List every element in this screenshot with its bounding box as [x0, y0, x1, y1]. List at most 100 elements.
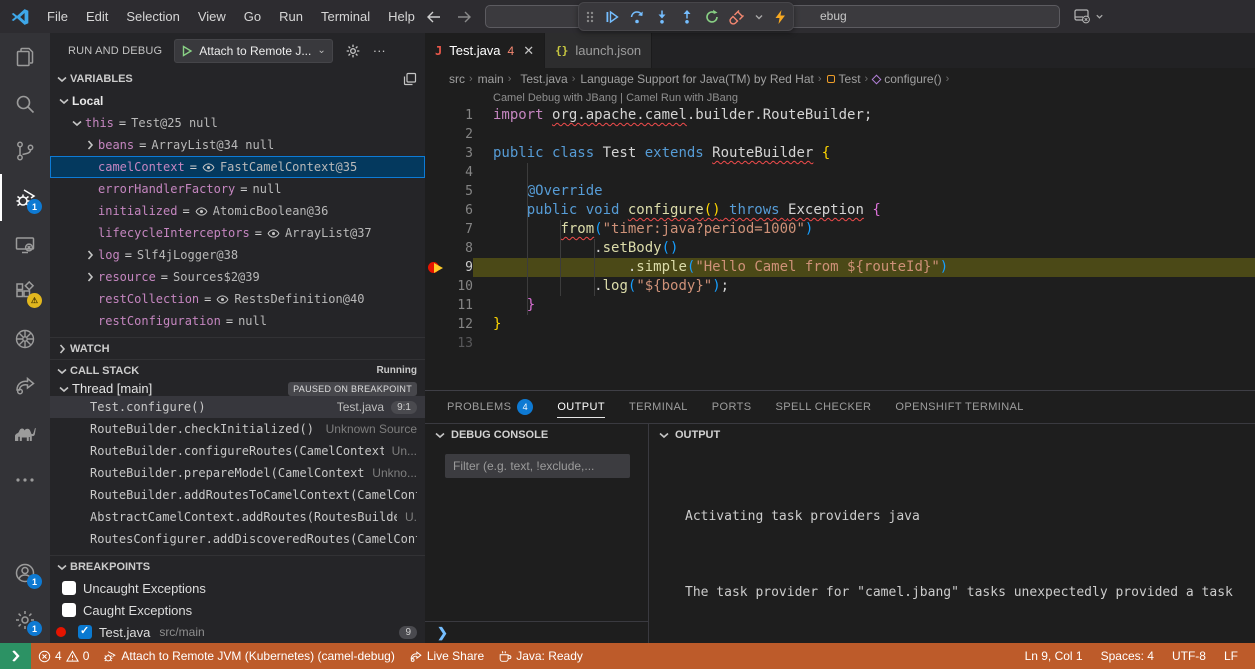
activity-kubernetes[interactable] [0, 315, 50, 362]
close-icon[interactable]: ✕ [523, 43, 534, 59]
stack-frame-row[interactable]: RouteBuilder.prepareModel(CamelContext) … [50, 462, 425, 484]
code-line[interactable]: 7 from("timer:java?period=1000") [425, 220, 1255, 239]
lazy-eval-eye-icon[interactable] [195, 205, 208, 218]
layout-controls[interactable] [1072, 6, 1104, 26]
panel-tab[interactable]: PROBLEMS 4 [447, 399, 533, 415]
output-log[interactable]: Activating task providers java The task … [649, 446, 1255, 643]
panel-tab[interactable]: OUTPUT [557, 401, 605, 413]
indentation-setting[interactable]: Spaces: 4 [1092, 649, 1163, 663]
variable-row[interactable]: beans = ArrayList@34 null [50, 134, 425, 156]
activity-live-share[interactable] [0, 362, 50, 409]
menu-item[interactable]: Help [379, 5, 424, 28]
breakpoint-row[interactable]: Test.java src/main 9 [50, 621, 425, 643]
step-into-icon[interactable] [654, 9, 670, 25]
breakpoint-gutter[interactable] [425, 125, 447, 144]
call-stack-section-header[interactable]: CALL STACK Running [50, 359, 425, 381]
encoding-setting[interactable]: UTF-8 [1163, 649, 1215, 663]
breakpoint-gutter[interactable] [425, 239, 447, 258]
breakpoint-row[interactable]: Caught Exceptions [50, 599, 425, 621]
breadcrumb-item[interactable]: configure() › [873, 72, 949, 86]
menu-item[interactable]: Terminal [312, 5, 379, 28]
thread-row[interactable]: Thread [main] PAUSED ON BREAKPOINT [50, 381, 425, 396]
code-line[interactable]: 4 [425, 163, 1255, 182]
lazy-eval-eye-icon[interactable] [202, 161, 215, 174]
breakpoint-gutter[interactable] [425, 163, 447, 182]
breakpoint-gutter[interactable] [425, 277, 447, 296]
breadcrumb-item[interactable]: Language Support for Java(TM) by Red Hat… [580, 72, 821, 86]
panel-tab[interactable]: PORTS [712, 401, 752, 413]
debug-console-header[interactable]: DEBUG CONSOLE [425, 424, 648, 446]
breakpoint-checkbox[interactable] [62, 603, 76, 617]
activity-remote-explorer[interactable] [0, 221, 50, 268]
breakpoint-gutter[interactable] [425, 106, 447, 125]
breakpoint-checkbox[interactable] [78, 625, 92, 639]
tab-test-java[interactable]: J Test.java 4 ✕ [425, 33, 545, 68]
menu-item[interactable]: Selection [117, 5, 188, 28]
activity-explorer[interactable] [0, 33, 50, 80]
panel-tab[interactable]: TERMINAL [629, 401, 688, 413]
breadcrumb-item[interactable]: Test › [827, 72, 869, 86]
stack-frame-row[interactable]: RouteBuilder.addRoutesToCamelContext(Cam… [50, 484, 425, 506]
lazy-eval-eye-icon[interactable] [267, 227, 280, 240]
code-line[interactable]: 6 public void configure() throws Excepti… [425, 201, 1255, 220]
back-icon[interactable] [426, 10, 442, 24]
gear-icon[interactable] [345, 43, 361, 59]
code-line[interactable]: 8 .setBody() [425, 239, 1255, 258]
menu-item[interactable]: Go [235, 5, 270, 28]
continue-icon[interactable] [604, 9, 620, 25]
watch-section-header[interactable]: WATCH [50, 337, 425, 359]
activity-run-debug[interactable]: 1 [0, 174, 50, 221]
open-panes-icon[interactable] [403, 72, 417, 86]
breakpoint-gutter[interactable] [425, 315, 447, 334]
disconnect-icon[interactable] [729, 9, 745, 25]
problems-status[interactable]: 4 0 [31, 643, 96, 669]
breakpoint-row[interactable]: Uncaught Exceptions [50, 577, 425, 599]
variable-row[interactable]: log = Slf4jLogger@38 [50, 244, 425, 266]
breadcrumb-item[interactable]: main › [478, 72, 512, 86]
tab-launch-json[interactable]: {} launch.json [545, 33, 652, 68]
breakpoint-gutter[interactable] [425, 296, 447, 315]
chevron-down-icon[interactable] [1095, 12, 1104, 21]
stack-frame-row[interactable]: Test.configure() Test.java 9:1 [50, 396, 425, 418]
breakpoint-gutter[interactable] [425, 334, 447, 353]
variable-row[interactable]: camelContext = FastCamelContext@35 [50, 156, 425, 178]
breakpoint-gutter[interactable] [425, 144, 447, 163]
code-line[interactable]: 5 @Override [425, 182, 1255, 201]
variables-section-header[interactable]: VARIABLES [50, 68, 425, 90]
breakpoint-gutter[interactable] [425, 220, 447, 239]
activity-more[interactable] [0, 456, 50, 503]
forward-icon[interactable] [456, 10, 472, 24]
more-actions-icon[interactable]: ··· [373, 43, 386, 58]
output-header[interactable]: OUTPUT [649, 424, 1255, 446]
step-over-icon[interactable] [629, 9, 645, 25]
breadcrumb-item[interactable]: Test.java › [516, 72, 575, 86]
restart-icon[interactable] [704, 9, 720, 25]
hot-code-replace-icon[interactable] [773, 9, 787, 25]
debug-console-repl-input[interactable]: ❯ [425, 621, 648, 643]
breadcrumb-item[interactable]: src › [449, 72, 473, 86]
code-line[interactable]: 13 [425, 334, 1255, 353]
lazy-eval-eye-icon[interactable] [216, 293, 229, 306]
breakpoint-gutter[interactable] [425, 201, 447, 220]
remote-indicator[interactable] [0, 643, 31, 669]
stack-frame-row[interactable]: RouteBuilder.checkInitialized() Unknown … [50, 418, 425, 440]
variable-row[interactable]: restConfiguration = null [50, 310, 425, 332]
activity-accounts[interactable]: 1 [0, 549, 50, 596]
java-status[interactable]: Java: Ready [491, 643, 590, 669]
panel-tab[interactable]: OPENSHIFT TERMINAL [895, 401, 1023, 413]
launch-config-select[interactable]: Attach to Remote J... ⌄ [174, 39, 332, 63]
variable-row[interactable]: Local = [50, 90, 425, 112]
activity-settings[interactable]: 1 [0, 596, 50, 643]
stack-frame-row[interactable]: AbstractCamelContext.addRoutes(RoutesBui… [50, 506, 425, 528]
code-line[interactable]: 9 .simple("Hello Camel from ${routeId}") [425, 258, 1255, 277]
variable-row[interactable]: initialized = AtomicBoolean@36 [50, 200, 425, 222]
breakpoint-checkbox[interactable] [62, 581, 76, 595]
menu-item[interactable]: File [38, 5, 77, 28]
live-share-status[interactable]: Live Share [402, 643, 491, 669]
code-line[interactable]: 3public class Test extends RouteBuilder … [425, 144, 1255, 163]
menu-item[interactable]: Run [270, 5, 312, 28]
chevron-down-icon[interactable] [754, 12, 764, 22]
drag-grip-icon[interactable] [585, 9, 595, 25]
stack-frame-row[interactable]: RoutesConfigurer.addDiscoveredRoutes(Cam… [50, 528, 425, 550]
debug-console-filter-input[interactable] [445, 454, 630, 478]
